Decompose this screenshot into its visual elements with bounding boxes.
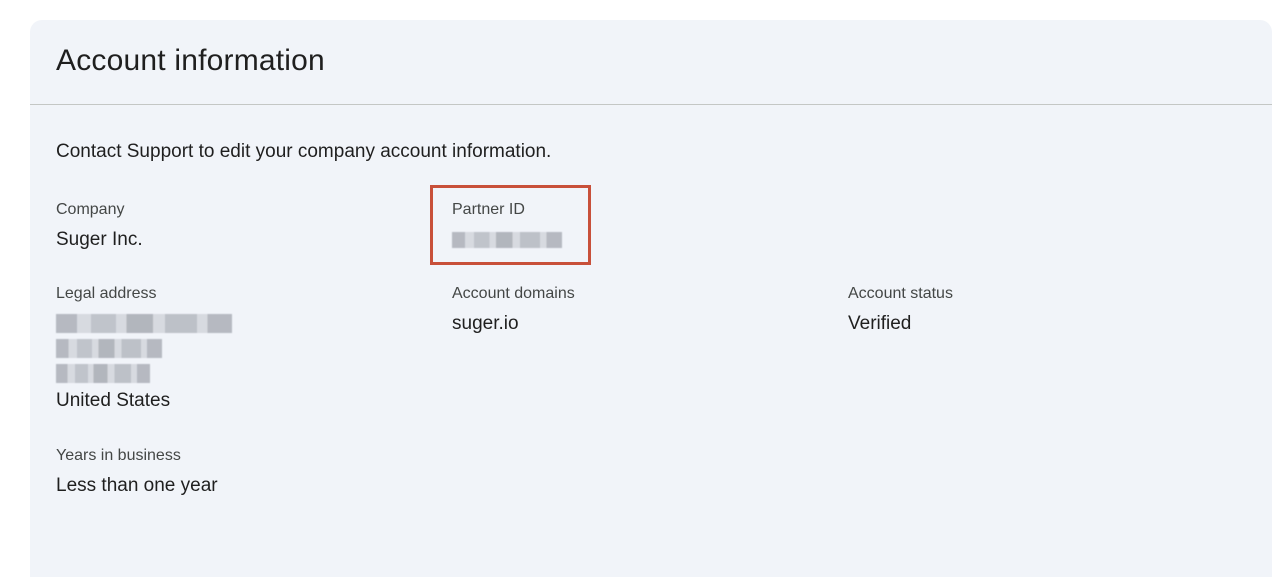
account-status-field: Account status Verified	[848, 284, 953, 336]
years-in-business-label: Years in business	[56, 447, 181, 464]
legal-address-field: Legal address United States	[56, 284, 232, 413]
years-in-business-value: Less than one year	[56, 475, 218, 496]
company-value: Suger Inc.	[56, 229, 143, 250]
address-line-3-redacted	[56, 364, 150, 383]
account-information-card: Account information Contact Support to e…	[30, 20, 1272, 577]
address-line-2-redacted	[56, 339, 162, 358]
card-header: Account information	[30, 20, 1272, 105]
years-in-business-field: Years in business Less than one year	[56, 446, 218, 498]
address-country: United States	[56, 390, 171, 411]
account-domains-label: Account domains	[452, 285, 575, 302]
company-label: Company	[56, 201, 125, 218]
account-status-label: Account status	[848, 285, 953, 302]
account-status-value: Verified	[848, 313, 912, 334]
account-domains-field: Account domains suger.io	[452, 284, 575, 336]
partner-id-highlight	[430, 185, 591, 265]
card-title: Account information	[56, 44, 325, 77]
company-field: Company Suger Inc.	[56, 200, 143, 252]
legal-address-label: Legal address	[56, 285, 157, 302]
support-notice: Contact Support to edit your company acc…	[56, 141, 552, 162]
address-line-1-redacted	[56, 314, 232, 333]
account-domains-value: suger.io	[452, 313, 519, 334]
